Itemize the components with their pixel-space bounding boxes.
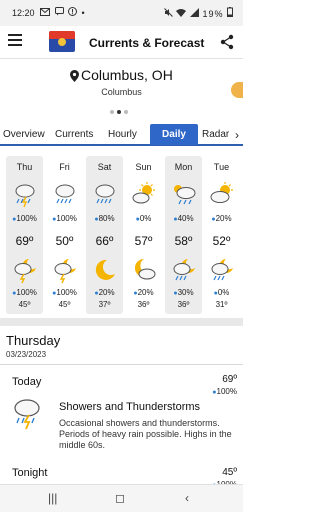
cloud-thunder-night-icon (54, 259, 76, 284)
night-precip: ●30% (173, 288, 194, 297)
period-today-temp: 69º (222, 374, 237, 385)
period-tonight-label: Tonight (12, 467, 48, 479)
side-drawer-tab[interactable] (231, 82, 243, 98)
rain-icon (95, 184, 115, 204)
battery-percent: 19% (202, 9, 224, 19)
recent-apps-icon[interactable]: ||| (48, 491, 57, 505)
day-precip: ●20% (211, 214, 232, 223)
forecast-day[interactable]: Sat ●80% 66º ●20% 37º (86, 156, 123, 314)
period-tonight-temp: 45º (222, 467, 237, 478)
day-label: Tue (213, 162, 230, 172)
day-precip: ●80% (94, 214, 115, 223)
mute-icon (164, 8, 173, 17)
message-icon (54, 7, 64, 16)
status-right: 19% (164, 7, 233, 19)
rain-thunder-icon (14, 399, 40, 430)
share-icon[interactable] (219, 34, 235, 50)
rain-thunder-icon (15, 184, 35, 208)
forecast-day[interactable]: Fri ●100% 50º ●100% 45º (46, 156, 83, 314)
battery-icon (227, 7, 233, 17)
day-label: Sat (97, 162, 112, 172)
tab-radar[interactable]: Radar (202, 124, 232, 145)
back-icon[interactable]: ‹ (185, 491, 189, 505)
moon-cloud-icon (134, 258, 156, 280)
status-time: 12:20 (12, 8, 35, 18)
wifi-icon (176, 9, 187, 17)
night-precip: ●100% (52, 288, 77, 297)
forecast-tabs: Overview Currents Hourly Daily Radar › (0, 124, 243, 146)
location-header[interactable]: Columbus, OH Columbus (0, 58, 243, 114)
partly-cloudy-icon (210, 182, 233, 203)
more-dot-icon: • (81, 8, 87, 18)
condition-description: Occasional showers and thunderstorms. Pe… (59, 418, 232, 450)
pager-dot (110, 110, 114, 114)
section-divider (0, 318, 243, 326)
forecast-day[interactable]: Sun ●0% 57º ●20% 36º (125, 156, 162, 314)
forecast-day[interactable]: Thu ●100% 69º ●100% 45º (6, 156, 43, 314)
pager-dot (124, 110, 128, 114)
alert-icon (68, 7, 78, 16)
detail-divider (0, 364, 243, 365)
period-today-label: Today (12, 376, 42, 388)
night-precip: ●20% (94, 288, 115, 297)
daily-forecast-grid: Thu ●100% 69º ●100% 45º Fri ●100% 50º ●1… (0, 156, 243, 314)
location-name: Columbus, OH (81, 67, 173, 83)
app-header: Currents & Forecast (0, 26, 243, 58)
status-bar: 12:20 • 19% (0, 0, 243, 26)
app-logo (49, 31, 75, 52)
high-temp: 69º (15, 234, 34, 248)
moon-icon (95, 259, 115, 280)
tab-currents[interactable]: Currents (55, 124, 99, 145)
signal-icon (189, 8, 199, 17)
tab-hourly[interactable]: Hourly (108, 124, 144, 145)
day-precip: ●100% (12, 214, 37, 223)
chevron-right-icon[interactable]: › (235, 128, 239, 142)
location-pin-icon (70, 70, 79, 82)
forecast-day[interactable]: Mon ●40% 58º ●30% 36º (165, 156, 202, 314)
pager-dot-active (117, 110, 121, 114)
detail-day-title: Thursday (6, 333, 61, 348)
day-precip: ●40% (173, 214, 194, 223)
day-label: Fri (59, 162, 70, 172)
location-pager (110, 101, 134, 114)
system-nav-bar: ||| ◻ ‹ (0, 484, 243, 512)
low-temp: 36º (177, 300, 190, 309)
high-temp: 50º (55, 234, 74, 248)
tab-overview[interactable]: Overview (3, 124, 48, 145)
forecast-day[interactable]: Tue ●20% 52º ●0% 31º (203, 156, 240, 314)
day-label: Thu (16, 162, 33, 172)
night-precip: ●0% (213, 288, 230, 297)
partly-sunny-icon (132, 182, 155, 204)
high-temp: 58º (174, 234, 193, 248)
home-icon[interactable]: ◻ (115, 491, 125, 505)
location-subtitle: Columbus (101, 87, 142, 97)
night-rain-icon (173, 259, 195, 281)
low-temp: 36º (137, 300, 150, 309)
menu-button[interactable] (8, 34, 22, 48)
sun-rain-icon (174, 185, 196, 205)
detail-date: 03/23/2023 (6, 350, 47, 359)
high-temp: 66º (95, 234, 114, 248)
rain-icon (55, 184, 75, 204)
night-rain-icon (211, 259, 233, 281)
low-temp: 45º (58, 300, 71, 309)
period-today-precip: ●100% (212, 387, 237, 396)
tab-daily[interactable]: Daily (150, 124, 198, 145)
notification-icons: • (40, 7, 87, 18)
condition-title: Showers and Thunderstorms (59, 401, 201, 413)
day-precip: ●100% (52, 214, 77, 223)
day-precip: ●0% (135, 214, 152, 223)
high-temp: 57º (134, 234, 153, 248)
high-temp: 52º (212, 234, 231, 248)
night-precip: ●20% (133, 288, 154, 297)
low-temp: 37º (98, 300, 111, 309)
low-temp: 45º (18, 300, 31, 309)
cloud-thunder-night-icon (14, 259, 36, 284)
page-title: Currents & Forecast (89, 36, 205, 50)
day-label: Mon (174, 162, 193, 172)
night-precip: ●100% (12, 288, 37, 297)
email-icon (40, 8, 50, 16)
low-temp: 31º (215, 300, 228, 309)
day-label: Sun (135, 162, 152, 172)
